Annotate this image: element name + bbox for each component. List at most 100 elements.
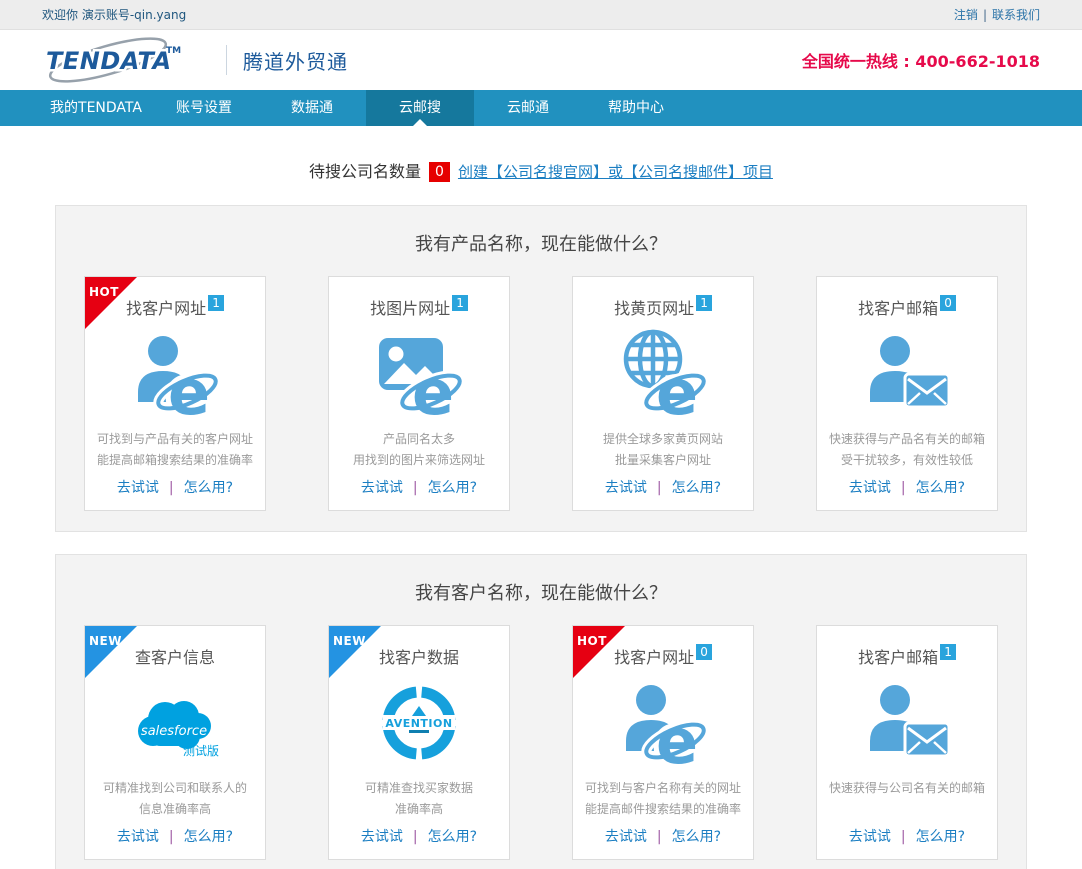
card-actions: 去试试 | 怎么用? — [849, 477, 965, 497]
ribbon-label: NEW — [89, 634, 122, 648]
avention-icon: AVENTION — [369, 668, 469, 778]
how-link[interactable]: 怎么用? — [672, 829, 721, 845]
tendata-logo: TENDATA TM — [42, 37, 210, 83]
page: 欢迎你 演示账号-qin.yang 注销|联系我们 TENDATA TM 腾道外… — [0, 0, 1082, 869]
count-badge: 1 — [940, 644, 956, 660]
count-badge: 1 — [208, 295, 224, 311]
how-link[interactable]: 怎么用? — [672, 480, 721, 496]
card-description: 可找到与客户名称有关的网址 能提高邮件搜索结果的准确率 — [573, 778, 753, 822]
nav-item-cloud-mail[interactable]: 云邮通 — [474, 90, 582, 126]
card-description: 可精准找到公司和联系人的 信息准确率高 — [85, 778, 265, 822]
new-ribbon: NEW — [85, 626, 137, 678]
card-description: 快速获得与公司名有关的邮箱 — [817, 778, 997, 822]
how-link[interactable]: 怎么用? — [184, 829, 233, 845]
hot-ribbon: HOT — [85, 277, 137, 329]
new-ribbon: NEW — [329, 626, 381, 678]
card-description: 快速获得与产品名有关的邮箱 受干扰较多，有效性较低 — [817, 429, 997, 473]
card-actions: 去试试 | 怎么用? — [117, 477, 233, 497]
avention-wordmark: AVENTION — [385, 717, 452, 730]
card-find-customer-urls: HOT 找客户网址1 可找到与产品有关的客户网址 能提高邮箱搜索结果的准确率 去… — [84, 276, 266, 511]
hotline-number: 400-662-1018 — [915, 52, 1040, 71]
person-mail-icon — [857, 319, 957, 429]
nav-item-help-center[interactable]: 帮助中心 — [582, 90, 690, 126]
try-link[interactable]: 去试试 — [117, 480, 159, 496]
trial-label: 测试版 — [183, 743, 219, 758]
hotline-label: 全国统一热线 : — [802, 52, 916, 71]
logout-link[interactable]: 注销 — [954, 8, 978, 22]
person-browser-icon — [613, 668, 713, 778]
card-title: 找黄页网址 — [614, 295, 694, 319]
card-title: 查客户信息 — [135, 644, 215, 668]
create-project-link[interactable]: 创建【公司名搜官网】或【公司名搜邮件】项目 — [458, 163, 773, 181]
header: TENDATA TM 腾道外贸通 全国统一热线 : 400-662-1018 — [0, 30, 1082, 90]
card-find-image-urls: 找图片网址1 产品同名太多 用找到的图片来筛选网址 去试试 | 怎么用? — [328, 276, 510, 511]
card-find-customer-urls-2: HOT 找客户网址0 可找到与客户名称有关的网址 能提高邮件搜索结果的准确率 去… — [572, 625, 754, 860]
person-mail-icon — [857, 668, 957, 778]
how-link[interactable]: 怎么用? — [428, 480, 477, 496]
how-link[interactable]: 怎么用? — [428, 829, 477, 845]
topbar-links: 注销|联系我们 — [954, 6, 1040, 23]
card-title: 找客户邮箱 — [858, 644, 938, 668]
card-actions: 去试试 | 怎么用? — [849, 826, 965, 846]
link-divider: | — [901, 480, 906, 496]
try-link[interactable]: 去试试 — [361, 480, 403, 496]
topbar: 欢迎你 演示账号-qin.yang 注销|联系我们 — [0, 0, 1082, 30]
card-description: 产品同名太多 用找到的图片来筛选网址 — [329, 429, 509, 473]
link-divider: | — [657, 829, 662, 845]
link-divider: | — [413, 480, 418, 496]
nav-item-account-settings[interactable]: 账号设置 — [150, 90, 258, 126]
how-link[interactable]: 怎么用? — [916, 480, 965, 496]
count-badge: 1 — [452, 295, 468, 311]
logo-tm: TM — [166, 46, 181, 56]
status-row: 待搜公司名数量 0 创建【公司名搜官网】或【公司名搜邮件】项目 — [0, 161, 1082, 183]
ribbon-label: NEW — [333, 634, 366, 648]
main-nav: 我的TENDATA 账号设置 数据通 云邮搜 云邮通 帮助中心 — [0, 90, 1082, 126]
try-link[interactable]: 去试试 — [605, 829, 647, 845]
link-divider: | — [169, 480, 174, 496]
nav-item-data-hub[interactable]: 数据通 — [258, 90, 366, 126]
card-actions: 去试试 | 怎么用? — [361, 826, 477, 846]
nav-item-my-tendata[interactable]: 我的TENDATA — [42, 90, 150, 126]
card-row: NEW 查客户信息 salesforce 测试版 可精准找到公司和联系人的 — [84, 625, 998, 860]
link-divider: | — [901, 829, 906, 845]
link-divider: | — [169, 829, 174, 845]
salesforce-icon: salesforce 测试版 — [125, 668, 225, 778]
try-link[interactable]: 去试试 — [849, 829, 891, 845]
section-title: 我有客户名称，现在能做什么？ — [84, 579, 998, 605]
nav-item-cloud-mail-search[interactable]: 云邮搜 — [366, 90, 474, 126]
link-divider: | — [657, 480, 662, 496]
card-description: 可精准查找买家数据 准确率高 — [329, 778, 509, 822]
section-product-name: 我有产品名称，现在能做什么？ HOT 找客户网址1 可找到与产品有关的客户网址 … — [55, 205, 1027, 532]
contact-link[interactable]: 联系我们 — [992, 8, 1040, 22]
card-find-customer-emails-2: 找客户邮箱1 快速获得与公司名有关的邮箱 去试试 | 怎么用? — [816, 625, 998, 860]
card-actions: 去试试 | 怎么用? — [605, 826, 721, 846]
pending-count-badge: 0 — [429, 162, 450, 182]
hotline: 全国统一热线 : 400-662-1018 — [802, 48, 1040, 72]
product-name: 腾道外贸通 — [243, 46, 348, 75]
person-browser-icon — [125, 319, 225, 429]
welcome-text: 欢迎你 演示账号-qin.yang — [42, 6, 186, 23]
logo-wordmark: TENDATA — [46, 47, 172, 75]
card-title: 找图片网址 — [370, 295, 450, 319]
try-link[interactable]: 去试试 — [849, 480, 891, 496]
card-description: 可找到与产品有关的客户网址 能提高邮箱搜索结果的准确率 — [85, 429, 265, 473]
hot-ribbon: HOT — [573, 626, 625, 678]
link-divider: | — [413, 829, 418, 845]
ribbon-label: HOT — [89, 285, 119, 299]
try-link[interactable]: 去试试 — [605, 480, 647, 496]
logo-divider — [226, 45, 227, 75]
card-description: 提供全球多家黄页网站 批量采集客户网址 — [573, 429, 753, 473]
try-link[interactable]: 去试试 — [361, 829, 403, 845]
card-find-yellowpage-urls: 找黄页网址1 提供全球多家黄页网站 批量采集客户网址 去试试 | 怎么用? — [572, 276, 754, 511]
how-link[interactable]: 怎么用? — [184, 480, 233, 496]
pending-count-label: 待搜公司名数量 — [309, 162, 421, 181]
count-badge: 1 — [696, 295, 712, 311]
card-find-customer-emails: 找客户邮箱0 快速获得与产品名有关的邮箱 受干扰较多，有效性较低 去试试|怎么用… — [816, 276, 998, 511]
card-actions: 去试试 | 怎么用? — [117, 826, 233, 846]
try-link[interactable]: 去试试 — [117, 829, 159, 845]
card-title: 找客户网址 — [126, 295, 206, 319]
card-actions: 去试试 | 怎么用? — [361, 477, 477, 497]
card-title: 找客户数据 — [379, 644, 459, 668]
section-title: 我有产品名称，现在能做什么？ — [84, 230, 998, 256]
how-link[interactable]: 怎么用? — [916, 829, 965, 845]
